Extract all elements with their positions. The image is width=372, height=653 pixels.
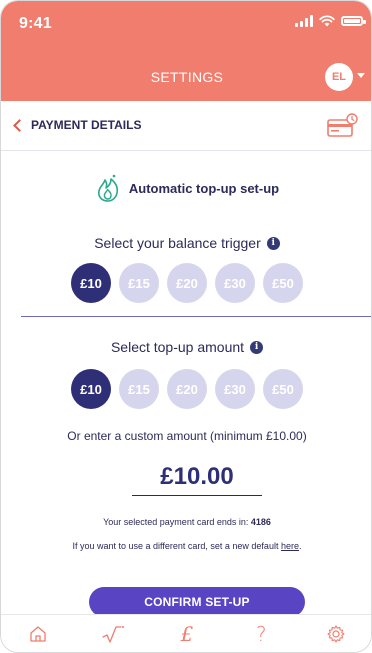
balance-trigger-text: Select your balance trigger (94, 235, 261, 251)
topup-amount-text: Select top-up amount (110, 339, 245, 355)
help-icon: ? (256, 621, 267, 646)
confirm-setup-button[interactable]: CONFIRM SET-UP (89, 587, 305, 617)
back-button[interactable]: PAYMENT DETAILS (13, 118, 142, 132)
trigger-option-50[interactable]: £50 (263, 263, 303, 303)
auto-topup-title: Automatic top-up set-up (128, 180, 280, 196)
section-divider (21, 316, 371, 317)
info-icon[interactable]: i (266, 236, 280, 250)
status-time: 9:41 (19, 15, 52, 32)
nav-usage[interactable] (93, 619, 133, 649)
gear-icon (327, 624, 345, 643)
usage-chart-icon (101, 625, 124, 643)
status-icons (295, 15, 366, 27)
signal-icon (295, 15, 313, 27)
payment-details-bar: PAYMENT DETAILS (1, 101, 371, 151)
topup-form: Automatic top-up set-up Select your bala… (1, 151, 371, 613)
chevron-left-icon (13, 118, 26, 132)
different-card-prefix: If you want to use a different card, set… (72, 541, 279, 551)
trigger-option-20[interactable]: £20 (167, 263, 207, 303)
flame-icon (97, 174, 118, 202)
auto-topup-heading: Automatic top-up set-up (1, 173, 371, 203)
trigger-option-10[interactable]: £10 (71, 263, 111, 303)
wifi-icon (319, 15, 335, 27)
balance-trigger-label: Select your balance trigger i (1, 235, 371, 251)
balance-trigger-options: £10 £15 £20 £30 £50 (1, 263, 371, 303)
amount-option-15[interactable]: £15 (119, 369, 159, 409)
set-default-link[interactable]: here (281, 541, 299, 551)
different-card-text: If you want to use a different card, set… (1, 541, 371, 551)
card-ends-prefix: Your selected payment card ends in: (103, 517, 249, 527)
page-title: SETTINGS (150, 69, 224, 85)
card-last-four: 4186 (250, 517, 271, 527)
custom-amount-label: Or enter a custom amount (minimum £10.00… (67, 429, 307, 443)
nav-settings[interactable] (316, 619, 356, 649)
info-icon[interactable]: i (250, 340, 264, 354)
different-card-suffix: . (298, 541, 302, 551)
amount-option-30[interactable]: £30 (215, 369, 255, 409)
nav-help[interactable]: ? (241, 619, 281, 649)
amount-option-10[interactable]: £10 (71, 369, 111, 409)
pound-icon: £ (180, 621, 194, 646)
phone-screen: 9:41 SETTINGS EL PAYMENT DETAILS Automat… (0, 0, 372, 653)
card-ends-text: Your selected payment card ends in: 4186 (1, 517, 371, 527)
battery-icon (341, 16, 366, 26)
amount-option-20[interactable]: £20 (167, 369, 207, 409)
nav-home[interactable] (18, 619, 58, 649)
card-refresh-icon[interactable] (327, 113, 359, 139)
nav-payments[interactable]: £ (167, 619, 207, 649)
home-icon (30, 625, 46, 642)
topup-amount-label: Select top-up amount i (1, 339, 371, 355)
trigger-option-15[interactable]: £15 (119, 263, 159, 303)
chevron-down-icon[interactable] (357, 73, 365, 78)
back-label: PAYMENT DETAILS (31, 118, 142, 132)
app-header: 9:41 SETTINGS EL (1, 1, 371, 101)
bottom-nav: £ ? (1, 614, 371, 652)
avatar[interactable]: EL (325, 63, 353, 91)
trigger-option-30[interactable]: £30 (215, 263, 255, 303)
custom-amount-input[interactable] (132, 459, 262, 496)
topup-amount-options: £10 £15 £20 £30 £50 (1, 369, 371, 409)
amount-option-50[interactable]: £50 (263, 369, 303, 409)
status-bar: 9:41 (1, 1, 371, 41)
